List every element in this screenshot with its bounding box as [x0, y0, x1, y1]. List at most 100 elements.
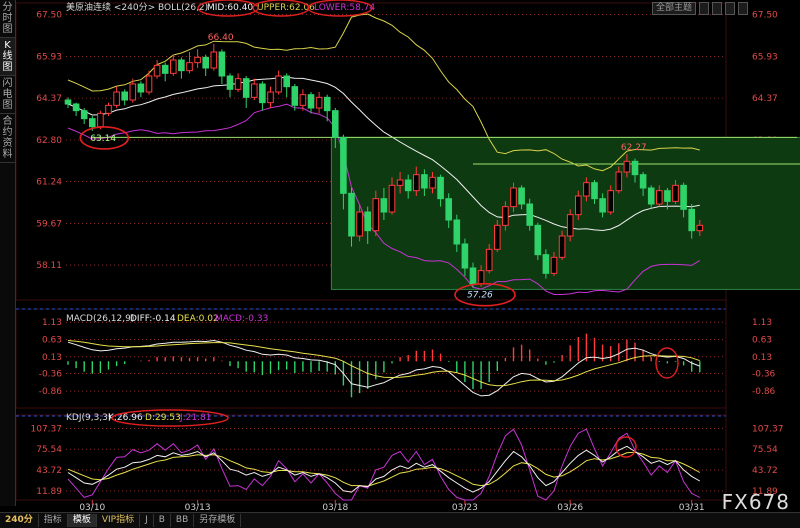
candle-body	[388, 184, 396, 213]
boll-legend-0: MID:60.40	[207, 3, 253, 13]
candle-body	[323, 96, 331, 112]
candle-body	[113, 91, 120, 106]
j-tab[interactable]: J	[140, 514, 154, 527]
candle-body	[396, 179, 404, 186]
window-restore-button[interactable]	[725, 2, 736, 15]
kdj-ytick-left: 43.72	[36, 466, 62, 476]
candle-body	[89, 118, 96, 128]
macd-ytick-right: -0.86	[752, 387, 776, 397]
candle-body	[105, 104, 112, 114]
candle-body	[161, 64, 169, 74]
candle-body	[356, 211, 363, 237]
kdj-legend-1: D:29.53	[145, 413, 181, 423]
kdj-d-line	[67, 451, 701, 487]
candle-body	[404, 179, 412, 192]
candle-body	[267, 91, 274, 104]
macd-ytick-left: -0.36	[39, 370, 63, 380]
candle-body	[364, 211, 371, 232]
candle-body	[283, 75, 290, 88]
price-ytick-left: 62.80	[36, 136, 62, 146]
candle-body	[226, 75, 234, 90]
sidebar-tab-kline[interactable]: K线图	[0, 38, 15, 76]
window-close-button[interactable]	[738, 2, 749, 15]
candle-body	[672, 184, 679, 202]
candle-body	[647, 187, 655, 205]
period-tab[interactable]: 240分	[0, 514, 39, 527]
candle-body	[591, 182, 598, 200]
candle-body	[64, 99, 72, 105]
candle-body	[348, 192, 355, 237]
price-ytick-left: 67.50	[36, 11, 62, 21]
price-annotation-57-26: 57.26	[467, 291, 493, 301]
candle-body	[194, 56, 201, 64]
candle-body	[291, 86, 299, 106]
candle-body	[680, 184, 687, 210]
candle-body	[307, 94, 315, 109]
candle-body	[299, 94, 307, 106]
candle-body	[526, 203, 534, 226]
candle-body	[332, 110, 339, 138]
candle-body	[542, 254, 550, 274]
vip-indicator-tab[interactable]: VIP指标	[97, 514, 141, 527]
theme-button[interactable]: 全部主题	[652, 2, 697, 15]
kdj-ytick-left: 75.54	[36, 445, 62, 455]
candle-body	[558, 235, 566, 258]
candle-body	[639, 174, 647, 189]
price-ytick-left: 61.24	[36, 178, 62, 188]
candle-body	[72, 103, 80, 112]
sidebar-tab-contract[interactable]: 合约资料	[0, 114, 15, 163]
candle-body	[421, 174, 428, 189]
window-menu-button[interactable]	[699, 2, 710, 15]
candle-body	[631, 160, 639, 176]
kdj-panel-frame	[15, 414, 727, 501]
kdj-k-line	[67, 445, 701, 493]
candle-body	[615, 171, 623, 192]
price-ytick-right: 65.93	[752, 53, 778, 63]
candle-body	[453, 219, 461, 245]
candle-body	[518, 187, 525, 205]
kdj-j-line	[67, 428, 701, 501]
macd-ytick-right: 0.63	[752, 335, 772, 345]
candle-body	[315, 96, 323, 109]
candle-body	[534, 224, 542, 256]
candle-body	[583, 182, 590, 197]
sidebar-tab-flash[interactable]: 闪电图	[0, 76, 15, 114]
candle-body	[145, 75, 153, 93]
kdj-panel-title: KDJ(9,3,3)	[66, 413, 111, 423]
candle-body	[688, 208, 696, 232]
indicator-tab[interactable]: 指标	[39, 514, 68, 527]
boll-legend-2: LOWER:58.74	[314, 3, 375, 13]
chart-canvas: 67.5067.5065.9365.9364.3764.3762.8062.80…	[15, 0, 800, 513]
kdj-legend-2: J:21.81	[179, 413, 211, 423]
candle-body	[170, 59, 177, 74]
candle-body	[566, 214, 574, 237]
candle-body	[485, 248, 493, 272]
candle-body	[259, 83, 266, 104]
price-ytick-right: 64.37	[752, 94, 778, 104]
candle-body	[599, 198, 606, 213]
window-grid-button[interactable]	[712, 2, 723, 15]
kdj-legend-0: K:26.96	[108, 413, 143, 423]
candle-body	[550, 256, 558, 274]
macd-ytick-left: 1.13	[42, 318, 62, 328]
candle-body	[251, 83, 258, 98]
candle-body	[413, 174, 420, 192]
candle-body	[242, 78, 250, 98]
candle-body	[429, 176, 436, 189]
sidebar-tab-timeshare[interactable]: 分时图	[0, 0, 15, 38]
template-tab[interactable]: 模板	[67, 514, 97, 527]
save-template-tab[interactable]: 另存模板	[194, 514, 242, 527]
candle-body	[575, 195, 582, 216]
macd-legend-0: DIFF:-0.14	[130, 314, 176, 324]
candle-body	[664, 190, 671, 202]
b-tab[interactable]: B	[154, 514, 171, 527]
bb-tab[interactable]: BB	[171, 514, 195, 527]
bottom-tabbar: 240分 指标 模板 VIP指标 J B BB 另存模板	[0, 512, 800, 528]
macd-ytick-left: -0.86	[39, 387, 63, 397]
macd-ytick-right: 0.13	[752, 353, 772, 363]
candle-body	[121, 91, 129, 101]
macd-ytick-right: -0.36	[752, 370, 776, 380]
macd-ytick-left: 0.63	[42, 335, 62, 345]
candle-body	[623, 160, 631, 173]
candle-body	[469, 267, 477, 285]
